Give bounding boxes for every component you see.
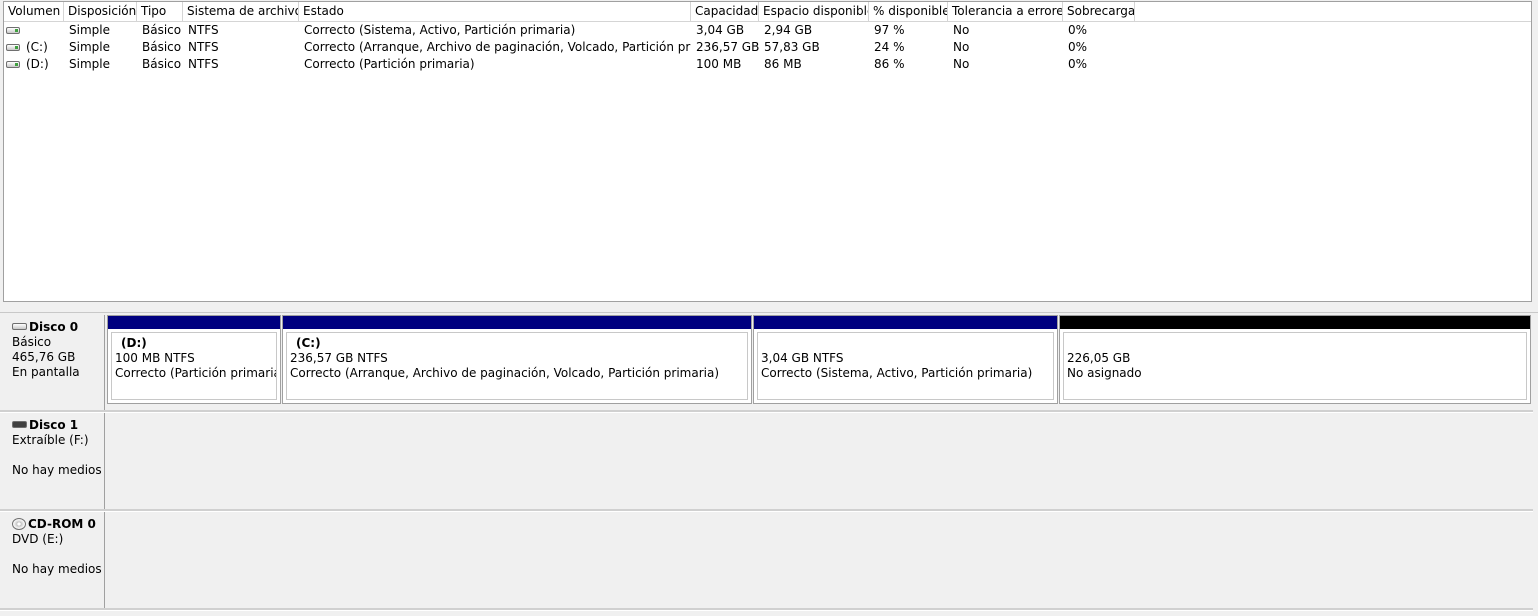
- disk-1-type: Extraíble (F:): [12, 433, 89, 447]
- partition-name: [761, 336, 1053, 351]
- column-header-overhead[interactable]: Sobrecarga: [1063, 2, 1135, 21]
- disk-1-name: Disco 1: [29, 418, 79, 432]
- column-header-percent-free[interactable]: % disponible: [869, 2, 948, 21]
- cdrom-0-state: No hay medios: [12, 562, 102, 576]
- cell-fault-tolerance: No: [953, 40, 970, 54]
- disk-0-label[interactable]: Disco 0 Básico 465,76 GB En pantalla: [3, 315, 105, 410]
- column-header-filesystem[interactable]: Sistema de archivos: [183, 2, 299, 21]
- cell-status: Correcto (Arranque, Archivo de paginació…: [304, 40, 691, 54]
- cell-percent-free: 24 %: [874, 40, 905, 54]
- disk-0-name: Disco 0: [29, 320, 79, 334]
- partition-bar: [754, 316, 1057, 329]
- partition-status: Correcto (Arranque, Archivo de paginació…: [290, 366, 720, 380]
- cell-fault-tolerance: No: [953, 57, 970, 71]
- cell-percent-free: 97 %: [874, 23, 905, 37]
- cell-layout: Simple: [69, 40, 110, 54]
- cell-free-space: 57,83 GB: [764, 40, 820, 54]
- partition-bar: [283, 316, 751, 329]
- cell-layout: Simple: [69, 23, 110, 37]
- table-row[interactable]: (D:) Simple Básico NTFS Correcto (Partic…: [4, 56, 1531, 73]
- partition-c[interactable]: (C:) 236,57 GB NTFS Correcto (Arranque, …: [282, 315, 752, 404]
- cell-filesystem: NTFS: [188, 57, 219, 71]
- column-header-fault-tolerance[interactable]: Tolerancia a errores: [948, 2, 1063, 21]
- column-header-free-space[interactable]: Espacio disponible: [759, 2, 869, 21]
- partition-size: 100 MB NTFS: [115, 351, 195, 365]
- cell-overhead: 0%: [1068, 23, 1088, 37]
- partition-system[interactable]: 3,04 GB NTFS Correcto (Sistema, Activo, …: [753, 315, 1058, 404]
- column-header-type[interactable]: Tipo: [137, 2, 183, 21]
- partition-size: 3,04 GB NTFS: [761, 351, 844, 365]
- cdrom-0-type: DVD (E:): [12, 532, 64, 546]
- table-row[interactable]: Simple Básico NTFS Correcto (Sistema, Ac…: [4, 22, 1531, 39]
- removable-disk-icon: [12, 421, 27, 428]
- partition-bar: [1060, 316, 1530, 329]
- cell-fault-tolerance: No: [953, 23, 970, 37]
- cdrom-icon: [12, 518, 26, 530]
- disk-0-size: 465,76 GB: [12, 350, 76, 364]
- disk-1-row[interactable]: Disco 1 Extraíble (F:) No hay medios: [3, 413, 1533, 509]
- partition-d[interactable]: (D:) 100 MB NTFS Correcto (Partición pri…: [107, 315, 281, 404]
- disk-1-size: [12, 448, 16, 462]
- cell-capacity: 100 MB: [696, 57, 742, 71]
- cell-overhead: 0%: [1068, 57, 1088, 71]
- disk-1-state: No hay medios: [12, 463, 102, 477]
- cell-layout: Simple: [69, 57, 110, 71]
- cdrom-0-name: CD-ROM 0: [28, 517, 96, 531]
- cdrom-0-size: [12, 547, 16, 561]
- cell-capacity: 236,57 GB: [696, 40, 759, 54]
- cell-volume: (D:): [26, 57, 49, 71]
- partition-unallocated[interactable]: 226,05 GB No asignado: [1059, 315, 1531, 404]
- partition-name: (C:): [296, 336, 321, 350]
- column-header-capacity[interactable]: Capacidad: [691, 2, 759, 21]
- column-header-layout[interactable]: Disposición: [64, 2, 137, 21]
- partition-bar: [108, 316, 280, 329]
- cell-overhead: 0%: [1068, 40, 1088, 54]
- column-header-status[interactable]: Estado: [299, 2, 691, 21]
- cell-free-space: 86 MB: [764, 57, 802, 71]
- cell-volume: (C:): [26, 40, 48, 54]
- column-header-volume[interactable]: Volumen: [4, 2, 64, 21]
- cell-filesystem: NTFS: [188, 40, 219, 54]
- cell-type: Básico: [142, 23, 182, 37]
- cell-status: Correcto (Sistema, Activo, Partición pri…: [304, 23, 576, 37]
- partition-name: [1067, 336, 1526, 351]
- volume-list[interactable]: Volumen Disposición Tipo Sistema de arch…: [3, 1, 1532, 302]
- disk-0-row[interactable]: Disco 0 Básico 465,76 GB En pantalla (D:…: [3, 315, 1533, 410]
- cell-percent-free: 86 %: [874, 57, 905, 71]
- cell-filesystem: NTFS: [188, 23, 219, 37]
- disk-0-state: En pantalla: [12, 365, 80, 379]
- disk-1-label[interactable]: Disco 1 Extraíble (F:) No hay medios: [3, 413, 105, 509]
- cell-free-space: 2,94 GB: [764, 23, 813, 37]
- partition-status: Correcto (Partición primaria): [115, 366, 277, 380]
- list-header: Volumen Disposición Tipo Sistema de arch…: [4, 2, 1531, 22]
- table-row[interactable]: (C:) Simple Básico NTFS Correcto (Arranq…: [4, 39, 1531, 56]
- volume-drive-icon: [6, 27, 20, 34]
- cell-status: Correcto (Partición primaria): [304, 57, 475, 71]
- partition-size: 236,57 GB NTFS: [290, 351, 388, 365]
- partition-status: Correcto (Sistema, Activo, Partición pri…: [761, 366, 1033, 380]
- partition-name: (D:): [121, 336, 147, 350]
- cell-capacity: 3,04 GB: [696, 23, 745, 37]
- disk-separator: [0, 608, 1533, 611]
- pane-splitter[interactable]: [0, 302, 1538, 313]
- cdrom-0-row[interactable]: CD-ROM 0 DVD (E:) No hay medios: [3, 512, 1533, 608]
- cdrom-0-label[interactable]: CD-ROM 0 DVD (E:) No hay medios: [3, 512, 105, 608]
- partition-size: 226,05 GB: [1067, 351, 1131, 365]
- disk-0-type: Básico: [12, 335, 52, 349]
- cell-type: Básico: [142, 57, 182, 71]
- hard-disk-icon: [12, 323, 27, 330]
- cell-type: Básico: [142, 40, 182, 54]
- partition-status: No asignado: [1067, 366, 1142, 380]
